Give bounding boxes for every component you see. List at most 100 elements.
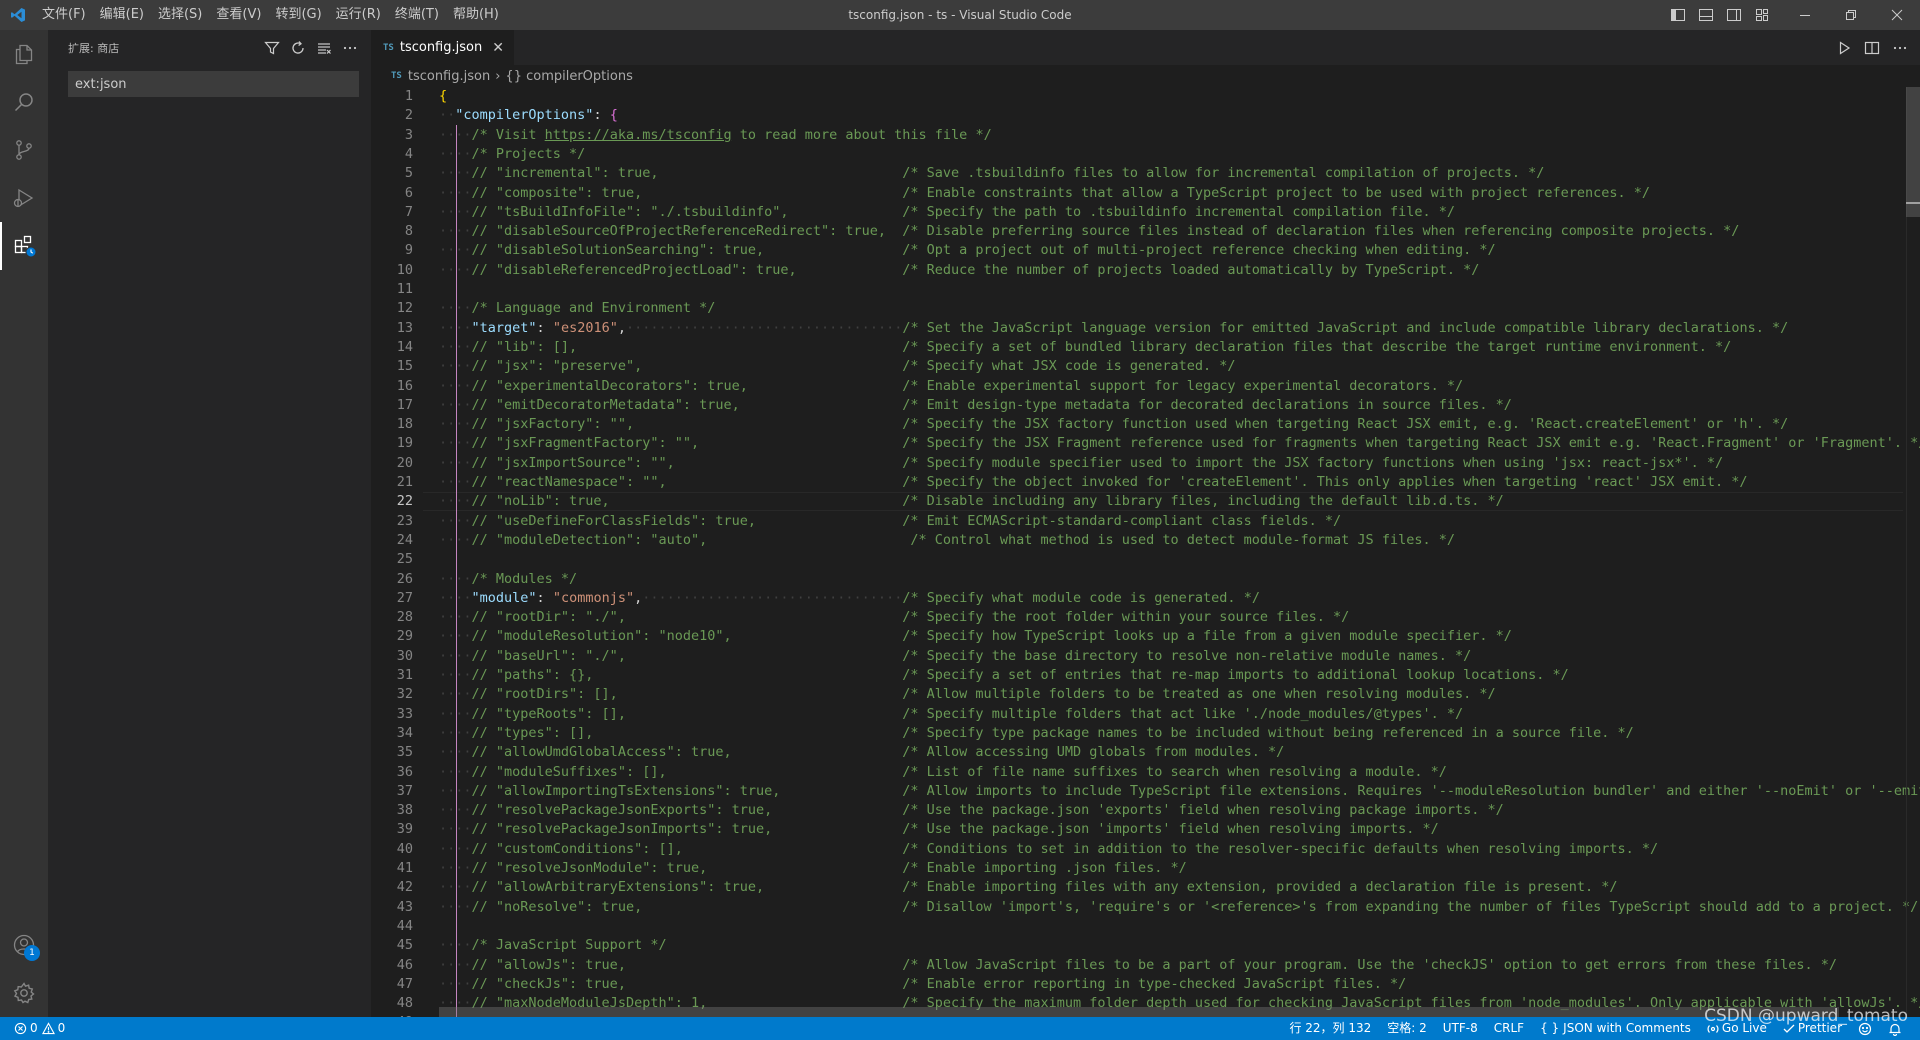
line-number: 4 [404, 145, 413, 162]
line-text: ····// "resolvePackageJsonImports": true… [439, 821, 1439, 838]
extensions-sidebar: 扩展: 商店 [48, 30, 371, 1017]
customize-layout-icon[interactable] [1748, 0, 1776, 30]
close-tab-icon[interactable]: ✕ [492, 40, 504, 56]
line-text: ····// "jsxImportSource": "", /* Specify… [439, 454, 1724, 471]
more-actions-icon[interactable] [337, 37, 363, 59]
braces-icon: { } [1540, 1021, 1560, 1035]
line-number: 24 [396, 531, 413, 548]
scroll-thumb[interactable] [1906, 87, 1920, 217]
line-number: 2 [404, 107, 413, 124]
menu-item[interactable]: 选择(S) [151, 0, 209, 30]
code-line: 41 ····// "resolveJsonModule": true, /* E… [371, 859, 1920, 878]
manage-gear-icon[interactable] [0, 969, 48, 1017]
menu-item[interactable]: 查看(V) [209, 0, 268, 30]
restore-icon[interactable] [1828, 0, 1874, 30]
toggle-panel-icon[interactable] [1692, 0, 1720, 30]
line-number: 45 [396, 937, 413, 954]
line-number: 7 [404, 203, 413, 220]
code-line: 42 ····// "allowArbitraryExtensions": tru… [371, 878, 1920, 897]
extensions-search-box[interactable] [68, 71, 359, 97]
code-line: 35 ····// "allowUmdGlobalAccess": true, /… [371, 743, 1920, 762]
line-number: 5 [404, 165, 413, 182]
menu-item[interactable]: 运行(R) [329, 0, 388, 30]
feedback-icon[interactable] [1850, 1017, 1880, 1040]
encoding[interactable]: UTF-8 [1435, 1017, 1486, 1040]
line-number: 15 [396, 358, 413, 375]
cursor-position[interactable]: 行 22，列 132 [1281, 1017, 1379, 1040]
line-number: 38 [396, 802, 413, 819]
code-line: 38 ····// "resolvePackageJsonExports": tr… [371, 801, 1920, 820]
code-line: 33 ····// "typeRoots": [], /* Specify mul… [371, 705, 1920, 724]
breadcrumb-file[interactable]: tsconfig.json [408, 69, 490, 84]
line-number: 40 [396, 840, 413, 857]
line-number: 48 [396, 995, 413, 1012]
code-line: 27 ····"module": "commonjs",·············… [371, 589, 1920, 608]
menu-item[interactable]: 文件(F) [35, 0, 93, 30]
editor-group: TS tsconfig.json ✕ TS tsconfig.json › {}… [371, 30, 1920, 1017]
extensions-search-input[interactable] [75, 76, 352, 92]
breadcrumb-symbol[interactable]: {} compilerOptions [505, 69, 632, 84]
problems-indicator[interactable]: 0 0 [14, 1017, 73, 1040]
line-number: 32 [396, 686, 413, 703]
code-line: 10 ····// "disableReferencedProjectLoad":… [371, 261, 1920, 280]
refresh-icon[interactable] [285, 37, 311, 59]
code-line: 5 ····// "incremental": true, /* Save .ts… [371, 164, 1920, 183]
code-line: 25 [371, 550, 1920, 569]
horizontal-scrollbar[interactable] [439, 1007, 1839, 1017]
explorer-icon[interactable] [0, 30, 48, 78]
breadcrumb-chevron-icon: › [495, 68, 501, 84]
line-number: 20 [396, 454, 413, 471]
menu-item[interactable]: 终端(T) [388, 0, 446, 30]
account-icon[interactable]: 1 [0, 921, 48, 969]
line-text: ····/* Language and Environment */ [439, 300, 716, 317]
line-text: ····// "resolvePackageJsonExports": true… [439, 802, 1504, 819]
vscode-logo-icon[interactable] [0, 0, 35, 30]
language-mode[interactable]: { } JSON with Comments [1532, 1017, 1699, 1040]
menu-item[interactable]: 编辑(E) [93, 0, 151, 30]
code-line: 17 ····// "emitDecoratorMetadata": true, … [371, 396, 1920, 415]
line-text: ····// "noResolve": true, /* Disallow 'i… [439, 898, 1919, 915]
menu-item[interactable]: 帮助(H) [446, 0, 506, 30]
end-of-line[interactable]: CRLF [1486, 1017, 1532, 1040]
line-text: ····// "rootDirs": [], /* Allow multiple… [439, 686, 1496, 703]
split-editor-icon[interactable] [1858, 30, 1886, 65]
close-window-icon[interactable] [1874, 0, 1920, 30]
editor-more-actions-icon[interactable] [1886, 30, 1914, 65]
line-text: ····// "disableSolutionSearching": true,… [439, 242, 1496, 259]
line-text: ····// "jsxFactory": "", /* Specify the … [439, 416, 1789, 433]
run-icon[interactable] [1830, 30, 1858, 65]
code-line: 1{ [371, 87, 1920, 106]
minimize-icon[interactable] [1782, 0, 1828, 30]
line-number: 34 [396, 724, 413, 741]
line-number: 28 [396, 609, 413, 626]
toggle-secondary-sidebar-icon[interactable] [1720, 0, 1748, 30]
line-number: 11 [396, 281, 413, 297]
clear-results-icon[interactable] [311, 37, 337, 59]
run-debug-icon[interactable] [0, 174, 48, 222]
toggle-primary-sidebar-icon[interactable] [1664, 0, 1692, 30]
code-line: 19 ····// "jsxFragmentFactory": "", /* Sp… [371, 434, 1920, 453]
error-icon [14, 1022, 27, 1035]
go-live-button[interactable]: Go Live [1699, 1017, 1775, 1040]
search-icon[interactable] [0, 78, 48, 126]
indentation[interactable]: 空格: 2 [1379, 1017, 1435, 1040]
extensions-icon[interactable] [0, 222, 48, 270]
notifications-bell-icon[interactable] [1880, 1017, 1910, 1040]
filter-icon[interactable] [259, 37, 285, 59]
code-line: 29 ····// "moduleResolution": "node10", /… [371, 627, 1920, 646]
menu-item[interactable]: 转到(G) [268, 0, 328, 30]
source-control-icon[interactable] [0, 126, 48, 174]
line-number: 13 [396, 319, 413, 336]
line-text: ····// "allowImportingTsExtensions": tru… [439, 782, 1920, 799]
code-editor[interactable]: 1{2 ··"compilerOptions": {3 ····/* Visit h… [371, 87, 1920, 1017]
go-live-label: Go Live [1721, 1021, 1767, 1035]
line-number: 27 [396, 589, 413, 606]
code-line: 31 ····// "paths": {}, /* Specify a set o… [371, 666, 1920, 685]
prettier-status[interactable]: Prettier [1775, 1017, 1850, 1040]
tab-tsconfig[interactable]: TS tsconfig.json ✕ [371, 30, 514, 65]
line-text: ····// "rootDir": "./", /* Specify the r… [439, 609, 1350, 626]
line-number: 23 [396, 512, 413, 529]
line-text: ····// "emitDecoratorMetadata": true, /*… [439, 396, 1512, 413]
vertical-scrollbar[interactable] [1906, 87, 1920, 1017]
line-number: 12 [396, 300, 413, 317]
